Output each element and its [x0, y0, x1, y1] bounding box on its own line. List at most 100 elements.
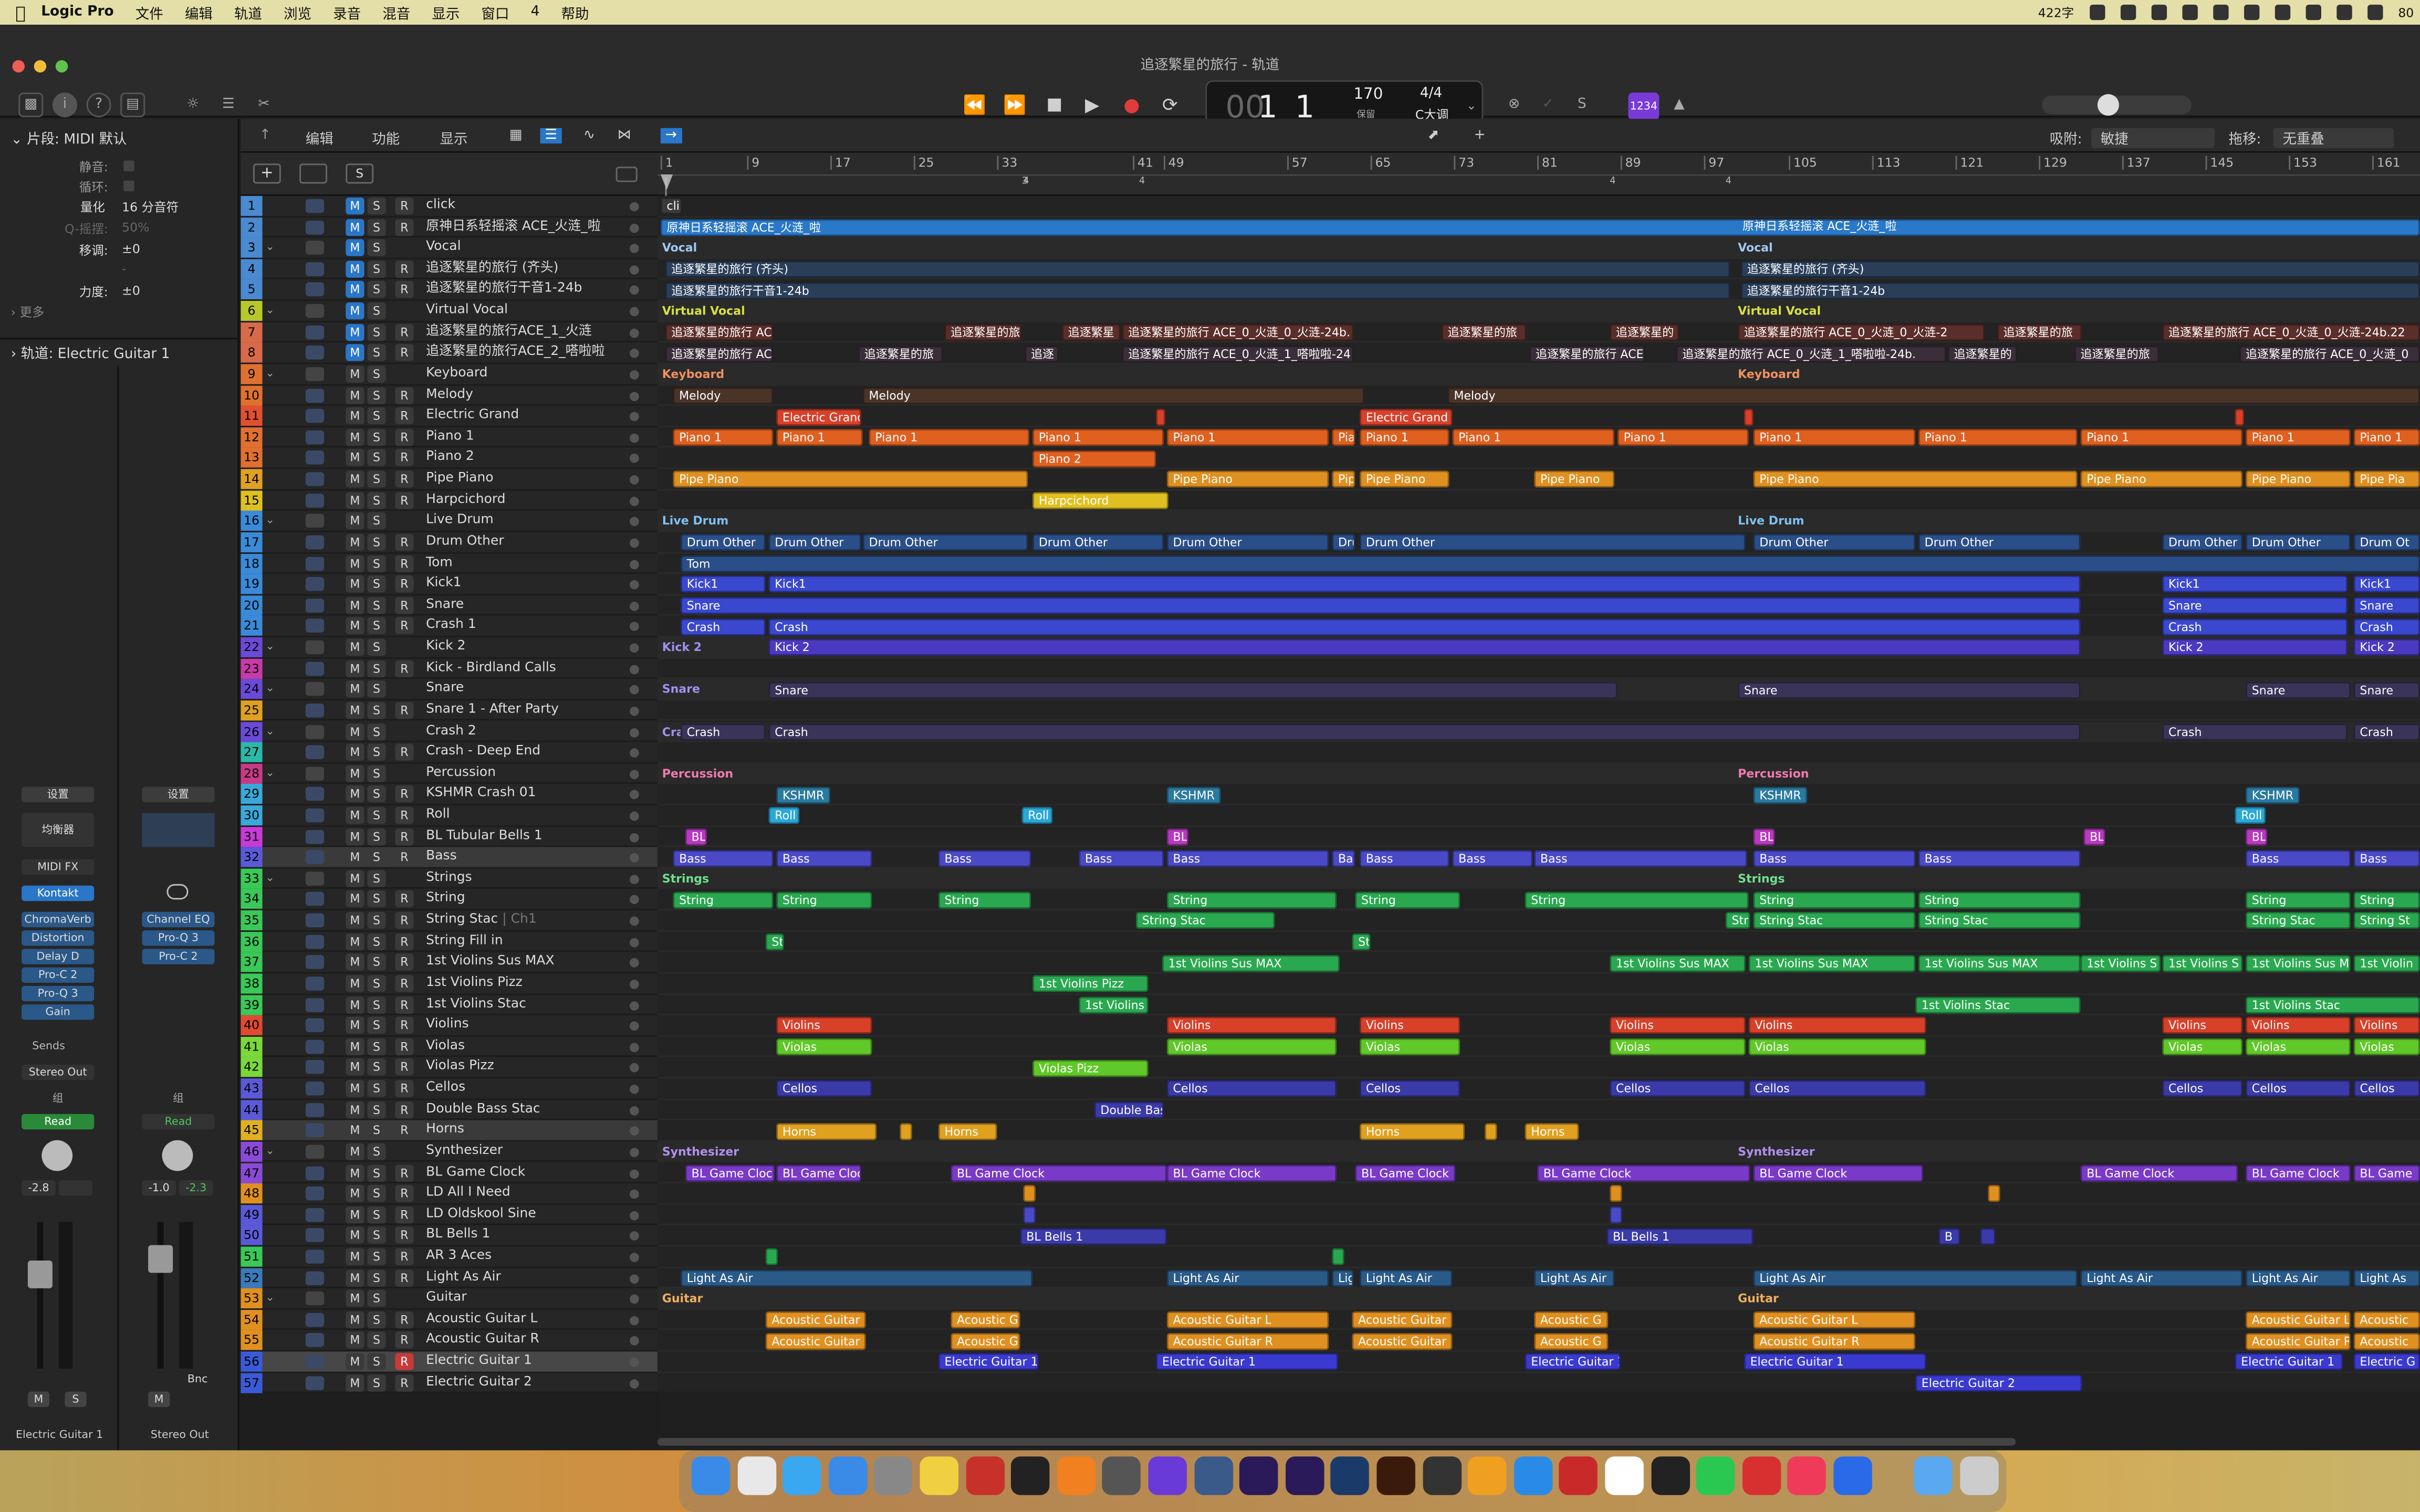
region[interactable]: Drum Other: [1360, 534, 1746, 551]
region[interactable]: Violins: [1166, 1017, 1337, 1035]
netease-music-icon[interactable]: [1742, 1456, 1781, 1495]
track-lane[interactable]: [657, 763, 2420, 784]
track-on-led[interactable]: [630, 391, 639, 401]
solo-button[interactable]: S: [367, 933, 386, 950]
mute-button[interactable]: M: [346, 1059, 364, 1076]
region[interactable]: KSHMR: [1753, 786, 1808, 804]
track-header-row[interactable]: 56 M S R Electric Guitar 1: [241, 1351, 658, 1373]
solo-button[interactable]: S: [367, 912, 386, 929]
record-button[interactable]: R: [395, 743, 414, 761]
track-header-row[interactable]: 18 M S R Tom: [241, 553, 658, 574]
track-lane[interactable]: [657, 1226, 2420, 1247]
region[interactable]: Light As Air: [2080, 1269, 2243, 1287]
region[interactable]: Snare: [2162, 597, 2348, 614]
region[interactable]: String: [1918, 891, 2081, 909]
track-lane[interactable]: [657, 490, 2420, 511]
track-header-row[interactable]: 52 M S R Light As Air: [241, 1267, 658, 1289]
menu-file[interactable]: 文件: [135, 2, 163, 22]
track-header-row[interactable]: 4 M S R 追逐繁星的旅行 (齐头): [241, 259, 658, 280]
region[interactable]: Piano 1: [1753, 429, 1916, 446]
track-header-row[interactable]: 19 M S R Kick1: [241, 574, 658, 595]
region[interactable]: Bass: [938, 849, 1031, 867]
region[interactable]: Cellos: [2245, 1080, 2351, 1098]
solo-button[interactable]: S: [367, 1374, 386, 1391]
region[interactable]: Violins: [1360, 1017, 1461, 1035]
forward-button[interactable]: ⏩: [1003, 94, 1026, 116]
track-on-led[interactable]: [630, 622, 639, 632]
region[interactable]: Violins: [1610, 1017, 1746, 1035]
mute-button[interactable]: M: [346, 1164, 364, 1181]
region[interactable]: Dru: [1332, 534, 1355, 551]
region[interactable]: Stri: [1725, 912, 1750, 930]
folder-region-label[interactable]: Strings: [1738, 872, 1785, 885]
region[interactable]: Drum Other: [2245, 534, 2351, 551]
mute-button[interactable]: M: [346, 638, 364, 656]
menu-window[interactable]: 窗口: [481, 2, 509, 22]
record-button[interactable]: R: [395, 1248, 414, 1265]
track-on-led[interactable]: [630, 1190, 639, 1199]
track-header-row[interactable]: 42 M S R Violas Pizz: [241, 1057, 658, 1079]
track-on-led[interactable]: [630, 1337, 639, 1347]
region[interactable]: 追逐繁星的旅行干音1-24b: [1740, 282, 2420, 299]
duplicate-track-icon[interactable]: [299, 163, 328, 184]
mute-button[interactable]: M: [346, 1122, 364, 1139]
mute-button[interactable]: M: [346, 1311, 364, 1328]
solo-button[interactable]: S: [367, 533, 386, 551]
plugin-slot-2[interactable]: Pro-Q 3: [142, 930, 215, 946]
region[interactable]: 1st Violins Sus MAX: [1162, 954, 1340, 972]
folder-region-label[interactable]: Keyboard: [662, 367, 724, 381]
track-on-led[interactable]: [630, 454, 639, 464]
solo-button[interactable]: S: [367, 659, 386, 677]
region[interactable]: KSHMR: [776, 786, 831, 804]
mute-button[interactable]: M: [346, 1101, 364, 1118]
region[interactable]: Electric Grand: [1360, 408, 1453, 425]
region[interactable]: BL: [685, 828, 707, 846]
master-volume-knob[interactable]: [2097, 94, 2119, 116]
region[interactable]: Drum Other: [1918, 534, 2081, 551]
mute-button[interactable]: M: [346, 933, 364, 950]
region[interactable]: Pia: [1332, 429, 1355, 446]
mute-button[interactable]: M: [346, 680, 364, 698]
record-button[interactable]: R: [395, 1122, 414, 1139]
disclosure-icon[interactable]: ⌄: [265, 763, 275, 783]
param-value[interactable]: 16 分音符: [122, 199, 179, 216]
plugin-slot-1[interactable]: ChromaVerb: [22, 911, 95, 928]
region[interactable]: Pipe Piano: [1534, 471, 1614, 488]
global-solo-button[interactable]: S: [346, 163, 374, 184]
volume-readout[interactable]: -2.8: [22, 1180, 56, 1196]
track-header-row[interactable]: 36 M S R String Fill in: [241, 931, 658, 953]
lock-icon[interactable]: [2336, 4, 2352, 20]
disclosure-icon[interactable]: ⌄: [265, 238, 275, 258]
region[interactable]: Drum Other: [2162, 534, 2243, 551]
track-header-row[interactable]: 10 M S R Melody: [241, 385, 658, 406]
solo-button[interactable]: S: [367, 701, 386, 719]
plugin-slot-5[interactable]: Pro-Q 3: [22, 985, 95, 1002]
plugin-slot-4[interactable]: Pro-C 2: [22, 967, 95, 983]
region[interactable]: 追逐繁星的旅: [944, 324, 1022, 341]
region[interactable]: Acoustic Guitar L: [2245, 1311, 2351, 1329]
folder-region-label[interactable]: Percussion: [1738, 766, 1809, 780]
track-on-led[interactable]: [630, 1169, 639, 1178]
solo-button[interactable]: S: [367, 260, 386, 278]
mute-button[interactable]: M: [346, 1017, 364, 1034]
region[interactable]: [1023, 1185, 1036, 1203]
region[interactable]: Electric Guitar 1: [938, 1353, 1039, 1371]
record-button[interactable]: R: [395, 1227, 414, 1244]
region[interactable]: Piano 2: [1032, 450, 1156, 467]
solo-button[interactable]: S: [367, 869, 386, 887]
library-icon[interactable]: ▩: [18, 92, 44, 118]
region[interactable]: Acoustic G: [951, 1332, 1020, 1350]
region[interactable]: Piano 1: [1360, 429, 1449, 446]
region[interactable]: Snare: [1738, 681, 2081, 698]
solo-button[interactable]: S: [367, 344, 386, 362]
region[interactable]: Acoustic Guitar R: [1166, 1332, 1329, 1350]
region[interactable]: Kick1: [2353, 576, 2420, 593]
track-on-led[interactable]: [630, 265, 639, 275]
record-button[interactable]: R: [395, 933, 414, 950]
track-on-led[interactable]: [630, 1358, 639, 1368]
track-on-led[interactable]: [630, 1000, 639, 1010]
region[interactable]: Violins: [2245, 1017, 2351, 1035]
replace-icon[interactable]: ⊗: [1501, 92, 1526, 117]
group-slot[interactable]: 组: [22, 1091, 94, 1106]
region[interactable]: 追逐繁星: [1061, 324, 1121, 341]
